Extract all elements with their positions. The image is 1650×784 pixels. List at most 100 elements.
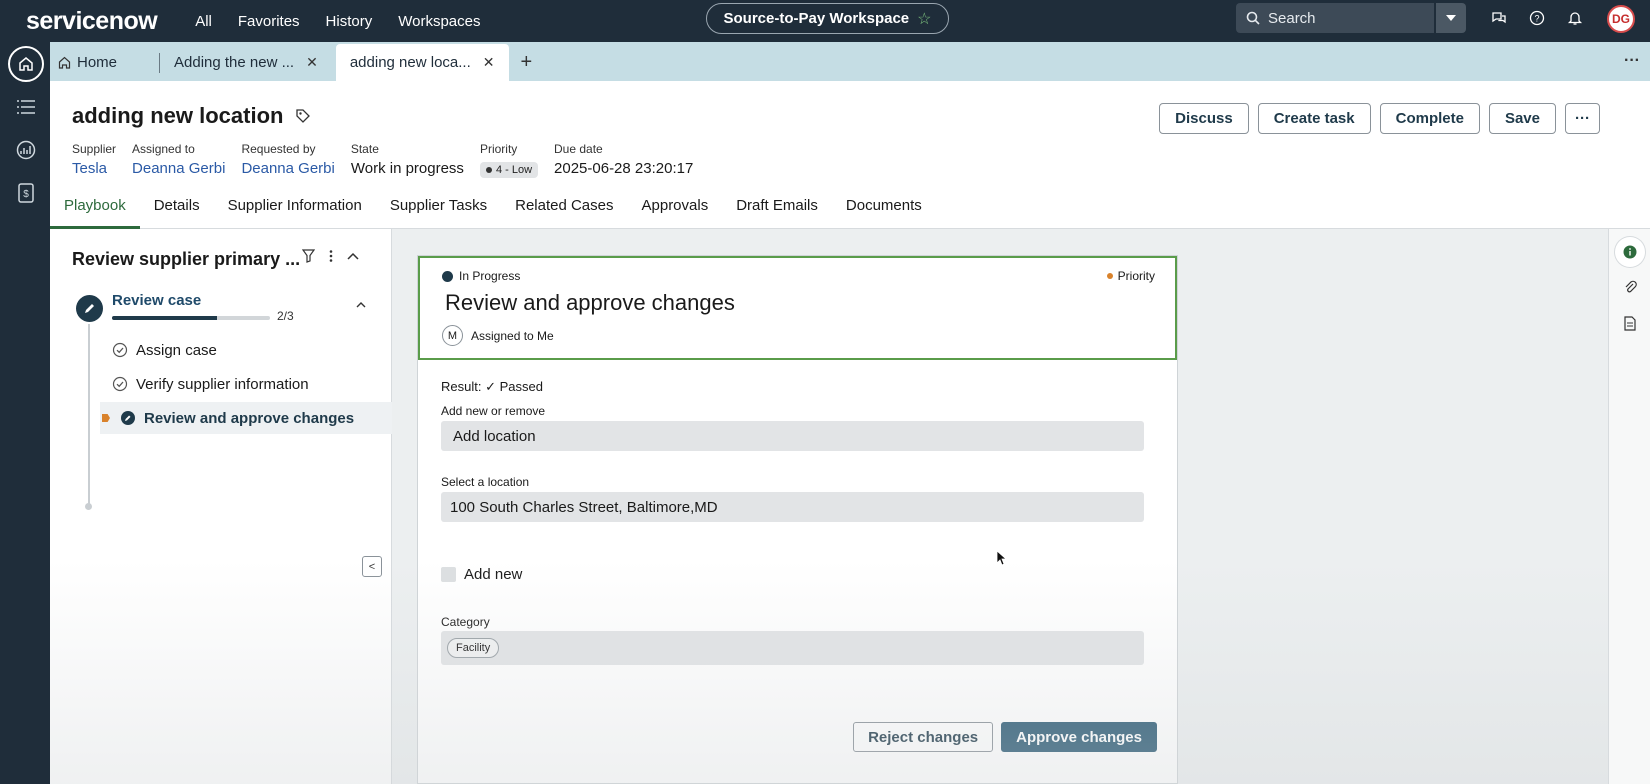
tag-icon[interactable] [295,108,311,124]
nav-history[interactable]: History [326,13,373,30]
step-verify-supplier-information[interactable]: Verify supplier information [112,368,309,400]
tab-draft-emails[interactable]: Draft Emails [722,197,832,229]
search-scope-dropdown[interactable] [1436,3,1466,33]
star-icon[interactable]: ☆ [917,9,931,29]
attachment-icon[interactable] [1620,277,1640,297]
discuss-button[interactable]: Discuss [1159,103,1249,134]
tab-playbook[interactable]: Playbook [50,197,140,229]
tab-approvals[interactable]: Approvals [628,197,723,229]
record-header: adding new location Supplier Tesla Assig… [50,81,1650,229]
state-value: Work in progress [350,160,464,177]
stage-title[interactable]: Review case [112,292,201,309]
tab-documents[interactable]: Documents [832,197,936,229]
home-icon[interactable] [8,46,44,82]
filter-icon[interactable] [302,249,315,263]
tab-adding-new-location[interactable]: adding new loca... ✕ [335,44,509,81]
playbook-title: Review supplier primary ... [72,249,301,269]
status-indicator: In Progress [442,269,520,283]
approve-changes-button[interactable]: Approve changes [1001,722,1157,752]
activity-title: Review and approve changes [445,290,735,315]
notification-bell-icon[interactable] [1566,9,1584,27]
analytics-dashboard-icon[interactable] [15,139,37,161]
nav-workspaces[interactable]: Workspaces [398,13,480,30]
step-assign-case[interactable]: Assign case [112,334,217,366]
tab-supplier-tasks[interactable]: Supplier Tasks [376,197,501,229]
check-circle-icon [112,376,128,392]
assigned-text: Assigned to Me [471,328,554,343]
chevron-up-icon[interactable] [356,295,366,313]
current-step-marker-icon [102,414,110,422]
global-search-input[interactable]: Search [1236,3,1434,33]
stage-progress-bar [112,316,270,320]
more-actions-button[interactable]: ··· [1565,103,1600,134]
category-field[interactable]: Facility [441,631,1144,665]
status-text: In Progress [459,269,521,283]
home-small-icon [58,56,71,69]
close-icon[interactable]: ✕ [483,54,495,71]
chevron-up-icon[interactable] [347,252,359,260]
field-label: Requested by [241,142,316,156]
tab-adding-the-new[interactable]: Adding the new ... ✕ [160,44,332,81]
user-avatar[interactable]: DG [1607,5,1635,33]
create-task-button[interactable]: Create task [1257,103,1371,134]
due-date-value: 2025-06-28 23:20:17 [554,160,694,177]
workspace-selector[interactable]: Source-to-Pay Workspace ☆ [706,3,949,34]
document-icon[interactable] [1620,313,1640,333]
add-new-checkbox[interactable] [441,567,456,582]
requested-by-link[interactable]: Deanna Gerbi [241,160,334,177]
in-progress-icon [121,411,135,425]
chat-icon[interactable] [1490,9,1508,27]
more-options-icon[interactable]: ··· [1624,52,1640,70]
field-supplier: Supplier Tesla [72,142,116,178]
kebab-menu-icon[interactable] [329,249,333,263]
tab-label: adding new loca... [349,54,471,71]
field-label: Add new or remove [441,404,546,418]
priority-dot-icon [1106,273,1113,279]
nav-favorites[interactable]: Favorites [238,13,300,30]
reject-changes-button[interactable]: Reject changes [853,722,994,752]
tab-supplier-information[interactable]: Supplier Information [214,197,376,229]
activity-card-header: In Progress Priority Review and approve … [418,256,1177,360]
step-label: Assign case [136,341,217,359]
add-new-checkbox-row: Add new [441,566,522,583]
playbook-toolbar [302,249,359,263]
tab-home[interactable]: Home [50,44,131,81]
workspace-name: Source-to-Pay Workspace [723,10,910,27]
priority-text: Priority [1117,269,1155,283]
chevron-left-icon: < [368,560,376,573]
field-value: 100 South Charles Street, Baltimore,MD [450,498,718,516]
tab-details[interactable]: Details [140,197,214,229]
priority-badge: 4 - Low [479,162,539,178]
complete-button[interactable]: Complete [1379,103,1480,134]
close-icon[interactable]: ✕ [306,54,318,71]
caret-down-icon [1446,15,1456,21]
field-due-date: Due date 2025-06-28 23:20:17 [554,142,693,178]
tab-related-cases[interactable]: Related Cases [501,197,627,229]
in-progress-icon [442,270,453,282]
supplier-link[interactable]: Tesla [72,160,116,177]
collapse-panel-button[interactable]: < [362,556,382,577]
field-label: State [350,142,379,156]
left-app-rail: $ [0,42,50,784]
list-icon[interactable] [15,96,37,118]
record-tabs: Playbook Details Supplier Information Su… [50,197,1650,229]
category-chip[interactable]: Facility [447,638,500,658]
new-tab-plus-icon[interactable]: + [509,44,545,81]
procurement-icon[interactable]: $ [15,182,37,204]
assigned-to-link[interactable]: Deanna Gerbi [132,160,225,177]
select-location-field[interactable]: 100 South Charles Street, Baltimore,MD [441,492,1144,522]
field-value: Add location [453,427,536,445]
info-icon[interactable] [1615,237,1645,267]
step-review-and-approve-changes[interactable]: Review and approve changes [100,402,392,434]
search-icon [1246,11,1260,25]
playbook-panel: Review supplier primary ... Review case … [50,229,392,784]
add-new-or-remove-field[interactable]: Add location [441,421,1144,451]
top-navigation-bar: servicenow All Favorites History Workspa… [0,0,1650,42]
nav-all[interactable]: All [195,13,212,30]
servicenow-logo[interactable]: servicenow [26,7,158,36]
help-icon[interactable]: ? [1528,9,1546,27]
priority-indicator: Priority [1106,269,1155,283]
save-button[interactable]: Save [1488,103,1556,134]
workspace-tab-strip: Home Adding the new ... ✕ adding new loc… [50,42,1650,81]
svg-text:?: ? [1534,14,1539,24]
